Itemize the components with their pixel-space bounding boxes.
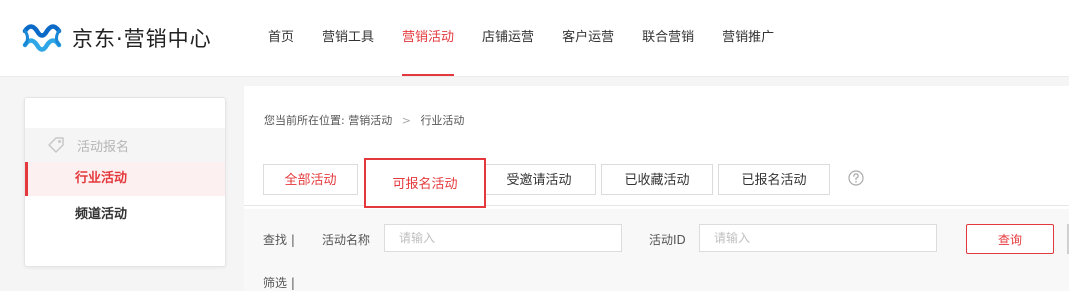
tab-open-activities[interactable]: 可报名活动 (364, 158, 486, 208)
sidebar-item-industry-activities[interactable]: 行业活动 (25, 162, 225, 196)
nav-item-joint-marketing[interactable]: 联合营销 (630, 0, 706, 76)
query-button[interactable]: 查询 (966, 224, 1054, 254)
breadcrumb-link-parent[interactable]: 营销活动 (348, 114, 392, 127)
question-circle-icon[interactable] (848, 170, 864, 186)
breadcrumb: 您当前所在位置: 营销活动 > 行业活动 (264, 112, 464, 128)
activity-name-input[interactable] (384, 224, 622, 252)
filter-section-label: 筛选 | (263, 276, 295, 290)
nav-item-marketing-activities[interactable]: 营销活动 (390, 0, 466, 76)
sidebar-group-activity-signup[interactable]: 活动报名 (25, 128, 225, 162)
tab-registered-activities[interactable]: 已报名活动 (718, 164, 830, 195)
activity-id-input[interactable] (699, 224, 937, 252)
tab-invited-activities[interactable]: 受邀请活动 (482, 164, 596, 195)
nav-item-home[interactable]: 首页 (256, 0, 306, 76)
breadcrumb-separator: > (401, 114, 411, 127)
search-filter-panel: 查找 | 活动名称 活动ID 查询 筛选 | (244, 209, 1069, 291)
activity-tabs: 全部活动 可报名活动 受邀请活动 已收藏活动 已报名活动 (244, 158, 1069, 208)
activity-name-label: 活动名称 (322, 233, 371, 247)
main-nav: 首页 营销工具 营销活动 店铺运营 客户运营 联合营销 营销推广 (256, 0, 790, 76)
nav-item-customer-operations[interactable]: 客户运营 (550, 0, 626, 76)
tab-favorited-activities[interactable]: 已收藏活动 (601, 164, 713, 195)
main-content: 您当前所在位置: 营销活动 > 行业活动 全部活动 可报名活动 受邀请活动 已收… (244, 86, 1069, 291)
activity-id-label: 活动ID (649, 233, 686, 247)
sidebar: 活动报名 行业活动 频道活动 (24, 97, 226, 267)
breadcrumb-current: 行业活动 (420, 114, 465, 127)
sidebar-group-label: 活动报名 (77, 139, 130, 155)
sidebar-item-channel-activities[interactable]: 频道活动 (25, 198, 225, 232)
nav-item-marketing-promotion[interactable]: 营销推广 (710, 0, 786, 76)
breadcrumb-prefix: 您当前所在位置: (264, 114, 345, 127)
nav-item-marketing-tools[interactable]: 营销工具 (310, 0, 386, 76)
tab-all-activities[interactable]: 全部活动 (263, 164, 358, 195)
brand-logo[interactable]: 京东·营销中心 (22, 22, 212, 54)
top-header: 京东·营销中心 首页 营销工具 营销活动 店铺运营 客户运营 联合营销 营销推广 (0, 0, 1069, 77)
nav-item-store-operations[interactable]: 店铺运营 (470, 0, 546, 76)
search-section-label: 查找 | (263, 233, 295, 247)
tag-icon (48, 137, 64, 153)
jd-logo-icon (22, 24, 62, 52)
brand-name: 京东·营销中心 (72, 27, 212, 51)
